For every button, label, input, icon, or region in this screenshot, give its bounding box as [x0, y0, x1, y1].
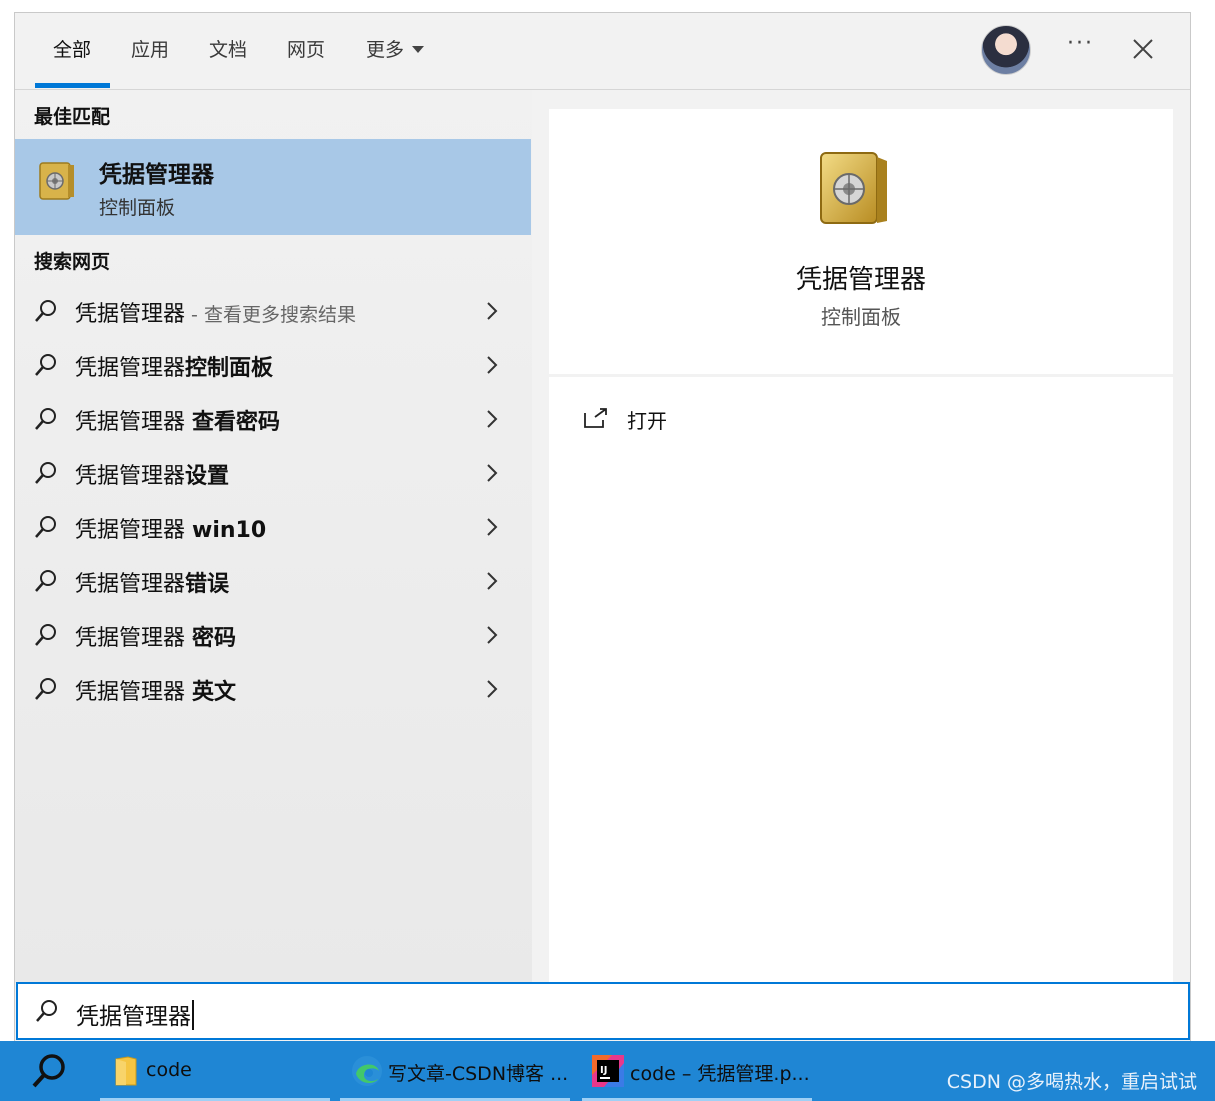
svg-text:IJ: IJ — [600, 1065, 607, 1076]
web-result-suggestion: 查看密码 — [192, 410, 281, 435]
open-external-icon — [584, 408, 607, 428]
best-match-item[interactable]: 凭据管理器 控制面板 — [15, 139, 531, 235]
chevron-right-icon — [487, 302, 498, 320]
web-search-heading: 搜索网页 — [34, 251, 111, 273]
web-result-text: 凭据管理器 - 查看更多搜索结果 — [75, 296, 356, 328]
web-result-suggestion: win10 — [192, 518, 267, 543]
preview-actions: 打开 — [549, 377, 1173, 983]
tab-all[interactable]: 全部 — [53, 35, 91, 62]
search-icon — [35, 570, 56, 592]
best-match-heading: 最佳匹配 — [34, 106, 111, 128]
web-result-query: 凭据管理器 — [75, 410, 192, 435]
preview-card: 凭据管理器 控制面板 — [549, 109, 1173, 374]
search-input-value: 凭据管理器 — [76, 1004, 191, 1030]
results-column: 最佳匹配 凭据管理器 控制面板 搜索网页 凭据管理器 - 查看更多搜索结果 凭据… — [15, 90, 532, 983]
web-result-item[interactable]: 凭据管理器控制面板 — [15, 338, 531, 392]
web-result-suggestion: 密码 — [192, 626, 237, 651]
web-result-text: 凭据管理器设置 — [75, 458, 229, 490]
web-result-suggestion: 错误 — [185, 572, 230, 597]
best-match-title: 凭据管理器 — [99, 162, 214, 188]
taskbar-item-label: code — [146, 1059, 192, 1081]
active-tab-indicator — [35, 83, 110, 88]
search-icon — [35, 678, 56, 700]
web-result-item[interactable]: 凭据管理器 win10 — [15, 500, 531, 554]
web-result-hint: - 查看更多搜索结果 — [185, 304, 356, 326]
web-result-query: 凭据管理器 — [75, 464, 186, 489]
web-result-suggestion: 英文 — [192, 680, 237, 705]
search-icon — [36, 1000, 57, 1022]
web-result-suggestion: 控制面板 — [185, 356, 274, 381]
web-result-query: 凭据管理器 — [75, 626, 192, 651]
tab-more-label: 更多 — [366, 39, 405, 61]
chevron-right-icon — [487, 356, 498, 374]
taskbar-item-label: code – 凭据管理.p... — [630, 1063, 810, 1085]
chevron-right-icon — [487, 626, 498, 644]
search-panel: 全部 应用 文档 网页 更多 ··· 最佳匹配 凭据管理器 控制面板 搜索网页 — [14, 12, 1191, 1042]
web-result-item[interactable]: 凭据管理器 - 查看更多搜索结果 — [15, 284, 531, 338]
search-icon — [35, 408, 56, 430]
tab-documents[interactable]: 文档 — [209, 35, 247, 62]
web-result-item[interactable]: 凭据管理器设置 — [15, 446, 531, 500]
search-icon — [35, 462, 56, 484]
taskbar-item-edge[interactable]: 写文章-CSDN博客 ... — [340, 1041, 570, 1101]
chevron-right-icon — [487, 680, 498, 698]
taskbar-item-label: 写文章-CSDN博客 ... — [388, 1063, 569, 1085]
search-icon — [35, 354, 56, 376]
close-icon[interactable] — [1131, 37, 1155, 61]
search-icon — [35, 624, 56, 646]
chevron-right-icon — [487, 518, 498, 536]
web-result-text: 凭据管理器 查看密码 — [75, 404, 280, 436]
web-result-item[interactable]: 凭据管理器错误 — [15, 554, 531, 608]
web-result-query: 凭据管理器 — [75, 356, 186, 381]
web-result-query: 凭据管理器 — [75, 572, 186, 597]
taskbar-item-intellij[interactable]: IJ code – 凭据管理.p... — [582, 1041, 812, 1101]
taskbar-search-icon[interactable] — [30, 1051, 70, 1091]
web-result-item[interactable]: 凭据管理器 查看密码 — [15, 392, 531, 446]
safe-icon — [820, 152, 887, 224]
search-icon — [35, 516, 56, 538]
tab-bar: 全部 应用 文档 网页 更多 ··· — [15, 13, 1190, 90]
tab-more[interactable]: 更多 — [366, 35, 425, 62]
preview-title: 凭据管理器 — [795, 265, 926, 295]
caret-down-icon — [412, 46, 425, 53]
intellij-icon: IJ — [592, 1055, 624, 1087]
web-result-item[interactable]: 凭据管理器 英文 — [15, 662, 531, 716]
user-avatar[interactable] — [981, 25, 1031, 75]
chevron-right-icon — [487, 410, 498, 428]
web-result-query: 凭据管理器 — [75, 680, 192, 705]
web-result-text: 凭据管理器 密码 — [75, 620, 236, 652]
taskbar: code 写文章-CSDN博客 ... IJ code – 凭据管理.p... … — [0, 1041, 1215, 1101]
edge-icon — [352, 1056, 382, 1086]
watermark-text: CSDN @多喝热水，重启试试 — [946, 1071, 1197, 1093]
open-label: 打开 — [627, 409, 667, 433]
safe-icon — [39, 162, 74, 200]
tab-web[interactable]: 网页 — [287, 35, 325, 62]
search-icon — [35, 300, 56, 322]
best-match-subtitle: 控制面板 — [99, 197, 176, 219]
screen-top-strip — [0, 0, 1215, 12]
folder-icon — [115, 1056, 137, 1086]
tab-apps[interactable]: 应用 — [131, 35, 169, 62]
search-box[interactable]: 凭据管理器 — [16, 982, 1190, 1040]
chevron-right-icon — [487, 572, 498, 590]
web-result-text: 凭据管理器 英文 — [75, 674, 236, 706]
search-input[interactable]: 凭据管理器 — [76, 997, 194, 1031]
chevron-right-icon — [487, 464, 498, 482]
web-result-query: 凭据管理器 — [75, 518, 192, 543]
web-result-text: 凭据管理器错误 — [75, 566, 229, 598]
web-result-text: 凭据管理器控制面板 — [75, 350, 273, 382]
web-result-text: 凭据管理器 win10 — [75, 512, 266, 544]
web-result-query: 凭据管理器 — [75, 302, 186, 327]
more-options-icon[interactable]: ··· — [1067, 31, 1094, 56]
preview-subtitle: 控制面板 — [821, 305, 901, 329]
web-result-suggestion: 设置 — [185, 464, 230, 489]
text-cursor — [192, 1000, 194, 1030]
web-result-item[interactable]: 凭据管理器 密码 — [15, 608, 531, 662]
taskbar-item-file-explorer[interactable]: code — [100, 1041, 330, 1101]
